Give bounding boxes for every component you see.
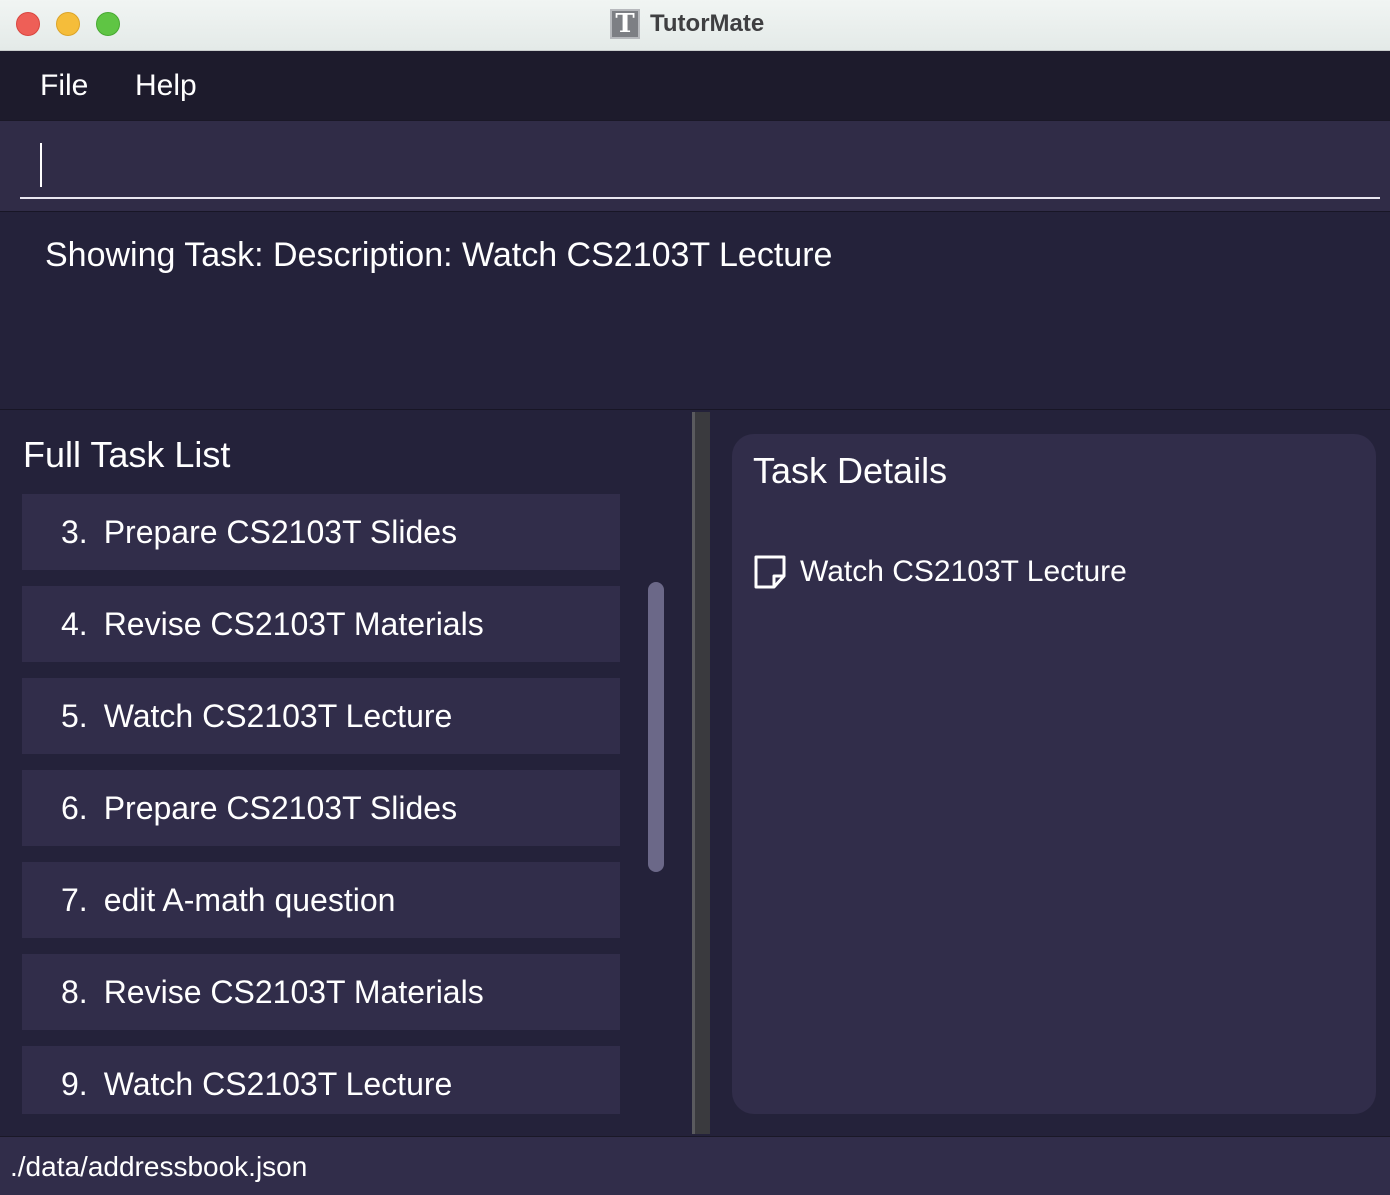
task-list-item[interactable]: 8. Revise CS2103T Materials xyxy=(22,954,620,1030)
task-details-title: Task Details xyxy=(753,450,948,491)
task-list-item[interactable]: 4. Revise CS2103T Materials xyxy=(22,586,620,662)
task-index: 6. xyxy=(61,789,88,826)
task-detail-row: Watch CS2103T Lecture xyxy=(752,554,1127,590)
app-logo-icon: T xyxy=(610,9,640,39)
text-caret xyxy=(40,143,42,187)
task-description: Watch CS2103T Lecture xyxy=(800,555,1127,588)
menu-file[interactable]: File xyxy=(40,69,88,103)
data-file-path: ./data/addressbook.json xyxy=(10,1151,308,1182)
split-pane-divider[interactable] xyxy=(692,412,710,1134)
task-label: Revise CS2103T Materials xyxy=(103,605,484,642)
command-input[interactable] xyxy=(20,139,1380,199)
close-window-button[interactable] xyxy=(16,12,40,36)
task-index: 8. xyxy=(61,973,88,1010)
status-bar: ./data/addressbook.json xyxy=(0,1136,1390,1195)
task-index: 4. xyxy=(61,605,88,642)
task-list-item[interactable]: 3. Prepare CS2103T Slides xyxy=(22,494,620,570)
task-list-scrollbar[interactable] xyxy=(648,582,664,872)
task-list-item[interactable]: 5. Watch CS2103T Lecture xyxy=(22,678,620,754)
result-message: Showing Task: Description: Watch CS2103T… xyxy=(45,236,833,274)
task-label: Prepare CS2103T Slides xyxy=(103,789,458,826)
task-details-panel: Task Details Watch CS2103T Lecture xyxy=(710,410,1390,1136)
task-label: Revise CS2103T Materials xyxy=(103,973,484,1010)
minimize-window-button[interactable] xyxy=(56,12,80,36)
task-label: Watch CS2103T Lecture xyxy=(103,697,453,734)
task-index: 3. xyxy=(61,513,88,550)
task-list-item[interactable]: 6. Prepare CS2103T Slides xyxy=(22,770,620,846)
task-label: Prepare CS2103T Slides xyxy=(103,513,458,550)
task-index: 7. xyxy=(61,881,88,918)
window-title-group: T TutorMate xyxy=(610,7,764,41)
task-list-item[interactable]: 9. Watch CS2103T Lecture xyxy=(22,1046,620,1114)
command-box-area xyxy=(0,120,1390,211)
zoom-window-button[interactable] xyxy=(96,12,120,36)
task-list-item[interactable]: 7. edit A-math question xyxy=(22,862,620,938)
task-label: edit A-math question xyxy=(103,881,396,918)
result-display: Showing Task: Description: Watch CS2103T… xyxy=(0,211,1390,410)
note-icon xyxy=(754,555,786,589)
menu-bar: File Help xyxy=(0,51,1390,120)
task-index: 9. xyxy=(61,1065,88,1102)
title-bar: T TutorMate xyxy=(0,0,1390,51)
task-list-panel: Full Task List 3. Prepare CS2103T Slides… xyxy=(0,410,692,1136)
task-details-card: Task Details Watch CS2103T Lecture xyxy=(732,434,1376,1114)
task-list[interactable]: 3. Prepare CS2103T Slides 4. Revise CS21… xyxy=(22,494,620,1114)
task-list-title: Full Task List xyxy=(23,434,231,475)
menu-help[interactable]: Help xyxy=(135,69,197,103)
window-title: TutorMate xyxy=(650,10,765,37)
task-label: Watch CS2103T Lecture xyxy=(103,1065,453,1102)
task-index: 5. xyxy=(61,697,88,734)
